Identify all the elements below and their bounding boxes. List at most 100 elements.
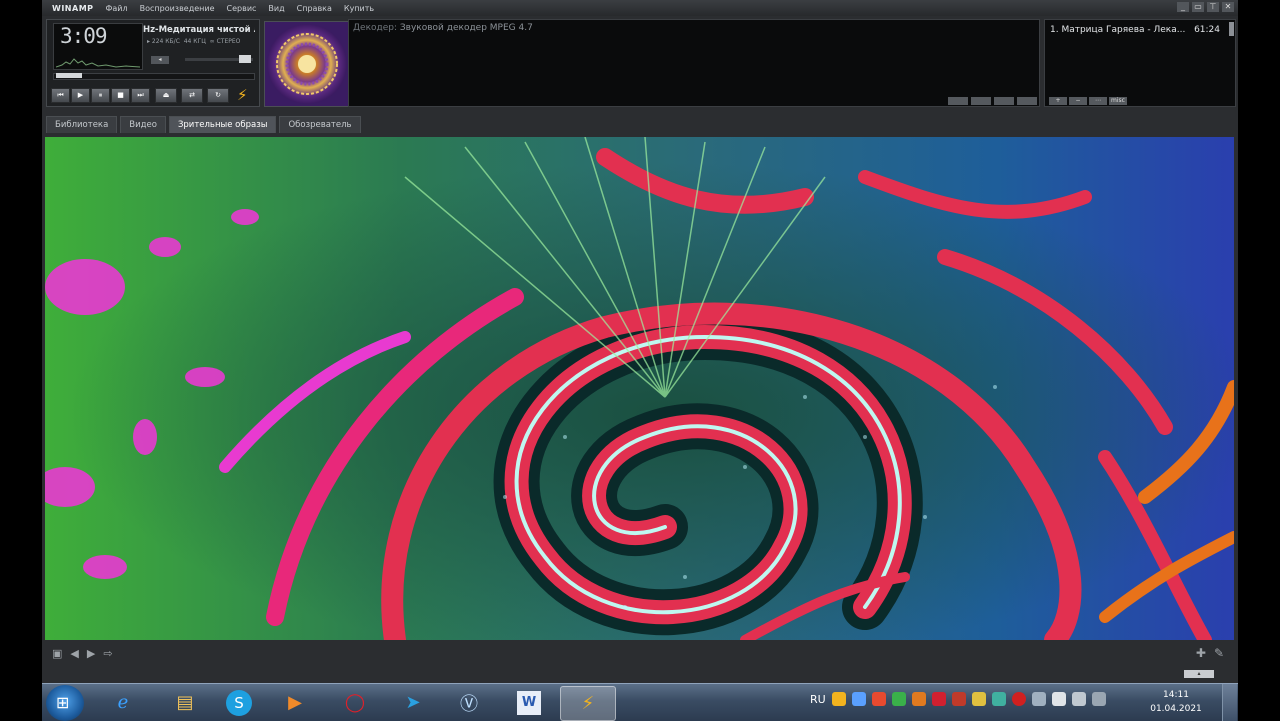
fullscreen-icon[interactable]: ▣ [52,647,62,660]
skype-icon[interactable]: S [212,686,266,719]
collapse-handle[interactable]: ▴ [1184,670,1214,678]
alert-tray-icon[interactable] [1011,692,1026,706]
edit-button[interactable] [971,97,991,105]
time-display[interactable]: 3:09 [53,23,143,70]
pin-icon[interactable]: ⊤ [1207,2,1219,12]
decoder-label: Декодер: [353,23,398,33]
eject-button[interactable]: ⏏ [155,88,177,103]
elapsed-time: 3:09 [60,24,108,48]
next-button[interactable]: ⏭ [131,88,150,103]
menu-tools[interactable]: Сервис [227,4,257,13]
media-player-icon[interactable]: ▶ [268,686,322,719]
seek-bar[interactable] [53,73,255,80]
minimize-icon[interactable]: _ [1177,2,1189,12]
stream-info: ▸ 224 КБ/С 44 КГЦ ∞ СТЕРЕО [147,38,241,45]
bitrate-value: 224 [151,38,164,45]
playlist-scrollbar[interactable] [1229,22,1234,36]
left-black-bar [0,0,42,720]
play-button[interactable]: ▶ [71,88,90,103]
winamp-window: WINAMP Файл Воспроизведение Сервис Вид С… [42,0,1238,683]
decoder-value: Звуковой декодер MPEG 4.7 [399,23,533,33]
info-button[interactable] [948,97,968,105]
arrow-button[interactable] [994,97,1014,105]
plugin-icon[interactable]: ✚ [1196,646,1206,660]
opera-icon[interactable]: ◯ [328,686,382,719]
clock-date: 01.04.2021 [1150,704,1202,714]
samplerate-unit: КГЦ [193,38,206,45]
decoder-info: Декодер: Звуковой декодер MPEG 4.7 [353,23,533,33]
song-title-scroller: Hz-Медитация чистой любви и [143,25,255,35]
info-panel: Декодер: Звуковой декодер MPEG 4.7 [348,19,1040,107]
system-tray: RU [810,692,1106,706]
visualization-toolbar: ▣ ◀ ▶ ⇨ ✚ ✎ [42,641,1238,667]
menu-buy[interactable]: Купить [344,4,374,13]
playlist-item-title: 1. Матрица Гаряева - Лека... [1050,25,1186,35]
speaker-icon[interactable] [1031,692,1046,706]
menu-playback[interactable]: Воспроизведение [140,4,215,13]
wrench-icon[interactable]: ✎ [1214,646,1224,660]
close-icon[interactable]: ✕ [1222,2,1234,12]
repeat-button[interactable]: ↻ [207,88,229,103]
internet-explorer-icon[interactable]: ℯ [96,686,150,719]
playlist-misc-button[interactable]: misc [1109,97,1127,105]
transport-controls: ⏮ ▶ ⏸ ■ ⏭ [51,88,150,103]
shield-tray-icon[interactable] [891,692,906,706]
menu-view[interactable]: Вид [268,4,284,13]
start-button[interactable]: ⊞ [46,685,84,721]
box-tray-icon[interactable] [971,692,986,706]
playlist-add-button[interactable]: + [1049,97,1067,105]
arrow-right-icon[interactable]: ▶ [87,647,95,660]
bitrate-unit: КБ/С [165,38,180,45]
sync-tray-icon[interactable] [991,692,1006,706]
browser-tray-icon[interactable] [911,692,926,706]
file-explorer-icon[interactable]: ▤ [158,686,212,719]
show-desktop-button[interactable] [1222,684,1237,721]
antivirus-tray-icon[interactable] [951,692,966,706]
channel-mode: СТЕРЕО [216,38,241,45]
mute-button[interactable]: ◂ [151,56,169,64]
menu-file[interactable]: Файл [106,4,128,13]
right-black-bar [1238,0,1280,720]
samplerate-value: 44 [183,38,192,45]
previous-button[interactable]: ⏮ [51,88,70,103]
clock[interactable]: 14:11 01.04.2021 [1146,688,1206,716]
restore-icon[interactable]: ▭ [1192,2,1204,12]
pause-button[interactable]: ⏸ [91,88,110,103]
playlist-remove-button[interactable]: − [1069,97,1087,105]
winamp-bolt-icon[interactable]: ⚡ [237,86,248,104]
word-icon[interactable]: W [502,686,556,719]
monitor-icon[interactable] [1071,692,1086,706]
network-tray-icon[interactable] [851,692,866,706]
menu-help[interactable]: Справка [297,4,332,13]
playlist-item[interactable]: 1. Матрица Гаряева - Лека... 61:24 [1050,25,1220,35]
flag-icon[interactable] [1051,692,1066,706]
power-icon[interactable] [1091,692,1106,706]
tab-browser[interactable]: Обозреватель [279,116,361,133]
stop-button[interactable]: ■ [111,88,130,103]
volume-slider[interactable] [185,55,253,63]
playlist-panel: 1. Матрица Гаряева - Лека... 61:24 + − ⋯… [1044,19,1236,107]
random-icon[interactable]: ⇨ [103,647,112,660]
language-indicator[interactable]: RU [810,693,826,706]
playlist-item-duration: 61:24 [1194,25,1220,35]
telegram-icon[interactable]: ➤ [386,686,440,719]
app-tray-icon[interactable] [871,692,886,706]
playlist-select-button[interactable]: ⋯ [1089,97,1107,105]
menu-button[interactable] [1017,97,1037,105]
winamp-tray-icon[interactable] [831,692,846,706]
menu-bar: WINAMP Файл Воспроизведение Сервис Вид С… [42,0,1238,16]
psychedelic-visualization [45,137,1234,640]
arrow-left-icon[interactable]: ◀ [70,647,78,660]
clock-time: 14:11 [1163,690,1189,700]
tab-video[interactable]: Видео [120,116,166,133]
tab-library[interactable]: Библиотека [46,116,118,133]
vpn-icon[interactable]: Ⓥ [442,686,496,719]
visualization-canvas[interactable] [45,137,1234,640]
mandala-image [265,22,349,106]
tab-visualization[interactable]: Зрительные образы [168,116,277,133]
record-tray-icon[interactable] [931,692,946,706]
winamp-taskbar-icon[interactable]: ⚡ [560,686,616,721]
player-panel: 3:09 Hz-Медитация чистой любви и ▸ 224 К… [46,19,260,107]
shuffle-button[interactable]: ⇄ [181,88,203,103]
windows-logo-icon: ⊞ [56,693,70,712]
